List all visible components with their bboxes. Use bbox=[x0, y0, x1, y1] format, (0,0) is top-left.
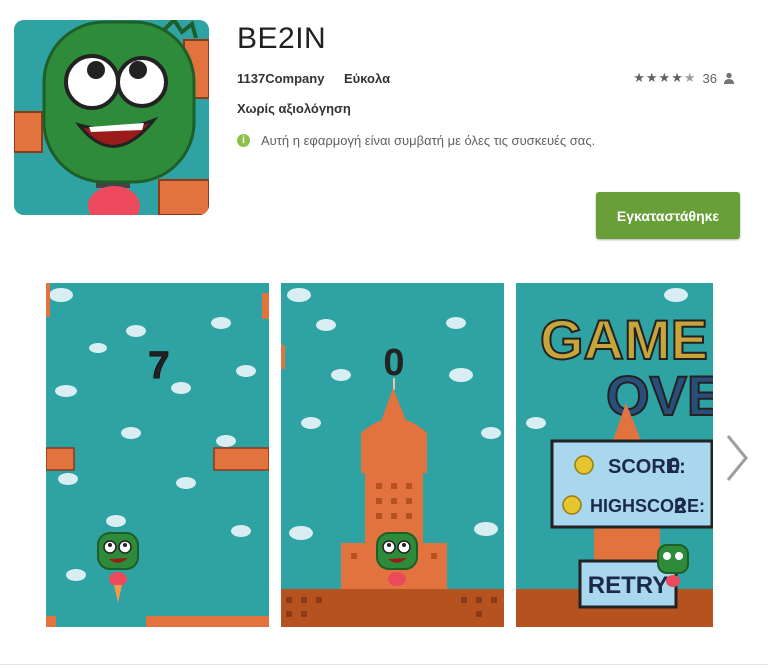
score-value: 0 bbox=[668, 453, 680, 478]
highscore-label: HIGHSCORE: bbox=[590, 496, 705, 516]
screenshot-1[interactable]: 7 bbox=[46, 283, 269, 627]
screenshot-3-art: GAME OVER SCORE: 0 HIGHSCORE: 2 RETRY bbox=[516, 283, 713, 627]
compatibility-notice: i Αυτή η εφαρμογή είναι συμβατή με όλες … bbox=[237, 133, 595, 148]
install-button[interactable]: Εγκαταστάθηκε bbox=[596, 192, 740, 239]
rating-count: 36 bbox=[702, 70, 717, 86]
game-over-line1: GAME bbox=[540, 308, 708, 371]
developer-link[interactable]: 1137Company bbox=[237, 71, 324, 86]
app-icon bbox=[14, 20, 209, 215]
rating-summary: ★★★★★ 36 bbox=[633, 70, 735, 86]
retry-button: RETRY bbox=[588, 572, 668, 599]
score-counter: 0 bbox=[383, 342, 404, 384]
content-rating: Χωρίς αξιολόγηση bbox=[237, 101, 351, 116]
highscore-value: 2 bbox=[674, 493, 686, 518]
score-counter: 7 bbox=[148, 345, 169, 387]
person-icon bbox=[724, 72, 734, 84]
screenshot-3[interactable]: GAME OVER SCORE: 0 HIGHSCORE: 2 RETRY bbox=[516, 283, 713, 627]
chevron-right-icon[interactable] bbox=[722, 432, 752, 484]
app-icon-art bbox=[14, 20, 209, 215]
divider bbox=[0, 664, 768, 665]
screenshot-2-art: 0 bbox=[281, 283, 504, 627]
screenshot-2[interactable]: 0 bbox=[281, 283, 504, 627]
screenshot-1-art: 7 bbox=[46, 283, 269, 627]
category-link[interactable]: Εύκολα bbox=[344, 71, 390, 86]
star-half: ★ bbox=[683, 70, 697, 85]
star-icon: ★★★★★ bbox=[633, 70, 696, 86]
app-title: BE2IN bbox=[237, 22, 327, 55]
compatibility-text: Αυτή η εφαρμογή είναι συμβατή με όλες τι… bbox=[261, 133, 596, 148]
info-icon: i bbox=[237, 134, 250, 147]
stars-full: ★★★★ bbox=[633, 70, 684, 85]
